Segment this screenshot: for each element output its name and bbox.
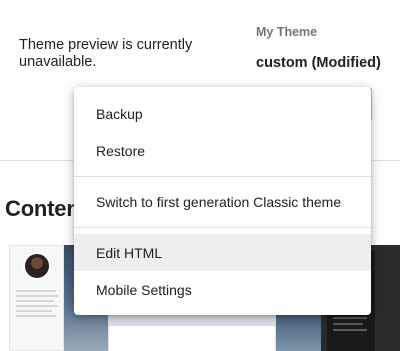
thumbnail-card bbox=[108, 325, 276, 351]
menu-separator bbox=[74, 227, 371, 228]
text-line bbox=[333, 317, 367, 319]
section-title: Conten bbox=[5, 196, 80, 221]
preview-message: Theme preview is currently unavailable. bbox=[19, 37, 193, 70]
menu-separator bbox=[74, 176, 371, 177]
menu-item-label: Mobile Settings bbox=[96, 281, 192, 298]
menu-item-label: Switch to first generation Classic theme bbox=[96, 193, 342, 210]
text-line bbox=[16, 310, 52, 312]
menu-item-label: Edit HTML bbox=[96, 244, 163, 261]
menu-item-backup[interactable]: Backup bbox=[74, 95, 371, 132]
menu-item-label: Backup bbox=[96, 105, 143, 122]
text-line bbox=[16, 305, 58, 307]
text-line bbox=[16, 295, 58, 297]
avatar bbox=[23, 252, 51, 280]
menu-item-restore[interactable]: Restore bbox=[74, 132, 371, 169]
text-line bbox=[16, 300, 54, 302]
text-line bbox=[333, 329, 367, 331]
theme-options-menu: Backup Restore Switch to first generatio… bbox=[74, 87, 371, 315]
my-theme-label: My Theme bbox=[256, 25, 318, 39]
theme-name: custom (Modified) bbox=[256, 55, 381, 71]
theme-thumbnail[interactable] bbox=[9, 245, 64, 351]
text-line bbox=[16, 315, 56, 317]
text-line bbox=[16, 290, 56, 292]
text-line bbox=[333, 323, 363, 325]
menu-item-mobile-settings[interactable]: Mobile Settings bbox=[74, 271, 371, 308]
menu-item-label: Restore bbox=[96, 142, 146, 159]
menu-item-edit-html[interactable]: Edit HTML bbox=[74, 234, 371, 271]
menu-item-switch-classic-theme[interactable]: Switch to first generation Classic theme bbox=[74, 183, 371, 220]
